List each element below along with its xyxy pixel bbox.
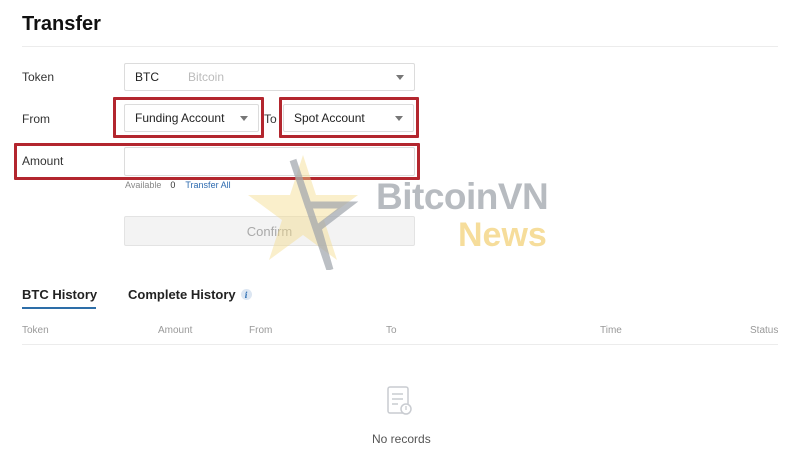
token-name: Bitcoin: [188, 70, 225, 84]
info-icon[interactable]: i: [240, 289, 252, 300]
column-header-status: Status: [750, 325, 779, 336]
title-divider: [22, 46, 778, 47]
tab-complete-history[interactable]: Complete History i: [128, 287, 252, 302]
document-icon: [386, 385, 414, 417]
table-header-divider: [22, 344, 778, 345]
to-account-value: Spot Account: [294, 111, 365, 125]
page-title: Transfer: [22, 13, 101, 35]
available-label: Available: [125, 180, 162, 190]
column-header-time: Time: [600, 325, 622, 336]
active-tab-indicator: [22, 307, 96, 309]
watermark-star-logo: [248, 150, 368, 272]
column-header-token: Token: [22, 325, 49, 336]
from-label: From: [22, 112, 50, 126]
from-account-select[interactable]: Funding Account: [124, 104, 259, 132]
available-value: 0: [170, 180, 176, 190]
column-header-amount: Amount: [158, 325, 193, 336]
token-select[interactable]: BTC Bitcoin: [124, 63, 415, 91]
to-account-select[interactable]: Spot Account: [283, 104, 414, 132]
to-label: To: [264, 112, 277, 126]
amount-label: Amount: [22, 154, 64, 168]
column-header-to: To: [386, 325, 397, 336]
token-symbol: BTC: [135, 70, 159, 84]
chevron-down-icon: [240, 115, 248, 121]
token-label: Token: [22, 70, 55, 84]
available-line: Available 0 Transfer All: [125, 180, 231, 190]
from-account-value: Funding Account: [135, 111, 225, 125]
tab-btc-history[interactable]: BTC History: [22, 287, 97, 302]
watermark-text-primary: BitcoinVN: [376, 176, 549, 217]
empty-state-text: No records: [372, 432, 431, 446]
chevron-down-icon: [395, 115, 403, 121]
chevron-down-icon: [396, 74, 404, 80]
column-header-from: From: [249, 325, 273, 336]
watermark-text-secondary: News: [458, 216, 547, 254]
tab-complete-history-label: Complete History: [128, 287, 236, 302]
transfer-all-link[interactable]: Transfer All: [185, 180, 230, 190]
